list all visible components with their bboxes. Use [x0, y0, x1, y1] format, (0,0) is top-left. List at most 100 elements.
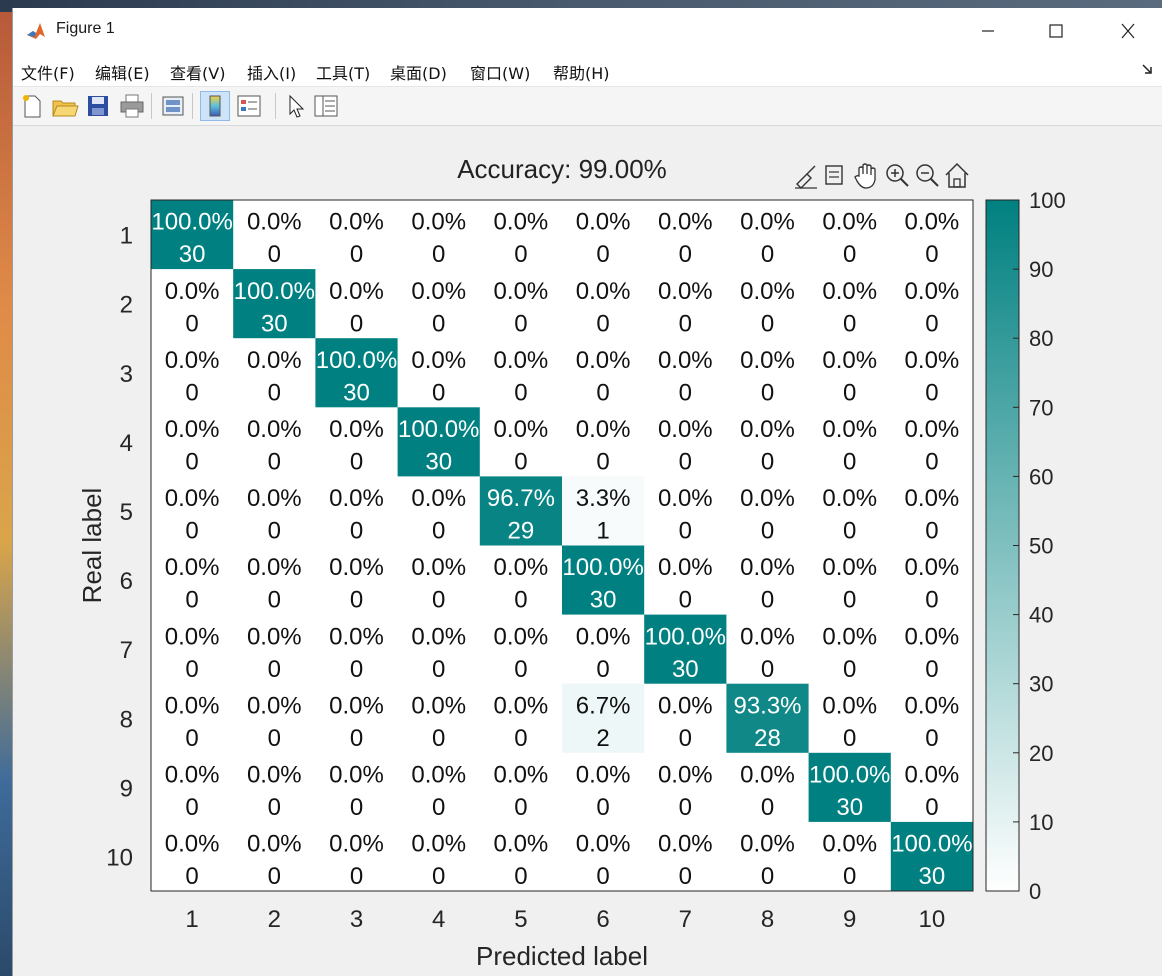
close-icon: [1121, 23, 1135, 39]
cell-percentage-label: 0.0%: [247, 416, 302, 443]
cell-count-label: 28: [754, 725, 781, 752]
open-file-button[interactable]: [49, 91, 79, 121]
cell-count-label: 0: [350, 656, 363, 683]
menu-window[interactable]: 窗口(W): [470, 60, 530, 84]
cell-percentage-label: 0.0%: [822, 416, 877, 443]
edit-plot-button[interactable]: [281, 91, 311, 121]
cell-percentage-label: 0.0%: [329, 278, 384, 305]
cell-percentage-label: 0.0%: [822, 347, 877, 374]
cell-count-label: 0: [925, 241, 938, 268]
cell-count-label: 0: [596, 310, 609, 337]
maximize-button[interactable]: [1033, 16, 1079, 46]
cell-percentage-label: 93.3%: [733, 692, 801, 719]
cell-count-label: 0: [925, 725, 938, 752]
data-tips-icon[interactable]: [825, 165, 843, 185]
menu-insert[interactable]: 插入(I): [247, 60, 296, 84]
cell-count-label: 0: [350, 863, 363, 890]
home-icon[interactable]: [945, 162, 969, 188]
cell-count-label: 0: [761, 310, 774, 337]
link-plot-button[interactable]: [158, 91, 188, 121]
y-tick-label: 3: [120, 361, 133, 388]
brush-icon[interactable]: [795, 165, 817, 189]
cell-percentage-label: 3.3%: [576, 485, 631, 512]
cell-percentage-label: 0.0%: [658, 554, 713, 581]
cell-count-label: 0: [761, 241, 774, 268]
menu-desktop[interactable]: 桌面(D): [390, 60, 447, 84]
zoom-out-icon[interactable]: [916, 164, 939, 187]
cell-percentage-label: 0.0%: [905, 209, 960, 236]
cell-count-label: 0: [843, 518, 856, 545]
menu-tools[interactable]: 工具(T): [316, 60, 370, 84]
window-title: Figure 1: [56, 20, 115, 37]
cell-percentage-label: 0.0%: [165, 485, 220, 512]
cell-count-label: 0: [350, 448, 363, 475]
cell-percentage-label: 0.0%: [658, 692, 713, 719]
close-button[interactable]: [1105, 16, 1151, 46]
cell-count-label: 0: [350, 241, 363, 268]
cell-count-label: 0: [268, 379, 281, 406]
cell-percentage-label: 0.0%: [905, 347, 960, 374]
property-inspector-button[interactable]: [311, 91, 341, 121]
new-figure-button[interactable]: [17, 91, 47, 121]
cell-count-label: 0: [514, 863, 527, 890]
cell-percentage-label: 0.0%: [740, 209, 795, 236]
pan-icon[interactable]: [854, 163, 876, 189]
cell-count-label: 0: [596, 863, 609, 890]
cell-percentage-label: 0.0%: [329, 623, 384, 650]
cell-count-label: 0: [761, 794, 774, 821]
colorbar-button[interactable]: [200, 91, 230, 121]
cell-count-label: 0: [761, 448, 774, 475]
print-icon: [120, 94, 144, 118]
dock-arrow-icon[interactable]: [1140, 62, 1154, 76]
cell-count-label: 0: [185, 656, 198, 683]
chart-title: Accuracy: 99.00%: [457, 154, 667, 184]
x-tick-label: 1: [185, 906, 198, 933]
cell-count-label: 29: [508, 518, 535, 545]
cell-percentage-label: 0.0%: [247, 485, 302, 512]
cell-percentage-label: 0.0%: [247, 209, 302, 236]
cell-count-label: 0: [679, 448, 692, 475]
menu-help[interactable]: 帮助(H): [553, 60, 610, 84]
property-inspector-icon: [314, 95, 338, 117]
cell-count-label: 30: [590, 587, 617, 614]
cell-percentage-label: 100.0%: [316, 347, 397, 374]
cell-percentage-label: 0.0%: [165, 692, 220, 719]
colorbar-tick-label: 70: [1029, 395, 1053, 420]
cell-percentage-label: 0.0%: [329, 692, 384, 719]
cell-count-label: 0: [843, 656, 856, 683]
menu-file[interactable]: 文件(F): [21, 60, 75, 84]
cell-count-label: 0: [268, 587, 281, 614]
cell-count-label: 0: [925, 656, 938, 683]
cell-percentage-label: 0.0%: [247, 347, 302, 374]
cell-percentage-label: 0.0%: [494, 416, 549, 443]
save-button[interactable]: [83, 91, 113, 121]
cell-count-label: 0: [514, 310, 527, 337]
zoom-in-icon[interactable]: [886, 164, 909, 187]
legend-button[interactable]: [234, 91, 264, 121]
cell-percentage-label: 0.0%: [905, 554, 960, 581]
toolbar-separator: [192, 93, 193, 119]
cell-percentage-label: 0.0%: [740, 347, 795, 374]
cell-count-label: 30: [179, 241, 206, 268]
cell-count-label: 0: [185, 794, 198, 821]
menu-edit[interactable]: 编辑(E): [95, 60, 150, 84]
cell-percentage-label: 0.0%: [905, 692, 960, 719]
menu-view[interactable]: 查看(V): [170, 60, 225, 84]
cell-percentage-label: 0.0%: [576, 278, 631, 305]
cell-percentage-label: 0.0%: [576, 762, 631, 789]
print-button[interactable]: [117, 91, 147, 121]
cell-percentage-label: 0.0%: [329, 554, 384, 581]
cell-count-label: 0: [843, 448, 856, 475]
cell-count-label: 0: [514, 725, 527, 752]
figure-window: Figure 1 文件(F) 编辑(E) 查看(V) 插入(I) 工具(T) 桌…: [12, 8, 1162, 976]
edit-plot-icon: [289, 94, 305, 118]
cell-percentage-label: 0.0%: [576, 623, 631, 650]
cell-count-label: 0: [268, 241, 281, 268]
minimize-button[interactable]: [965, 16, 1011, 46]
cell-count-label: 0: [679, 379, 692, 406]
cell-percentage-label: 0.0%: [329, 209, 384, 236]
y-tick-label: 10: [106, 844, 133, 871]
figure-canvas: Accuracy: 99.00% 100.0% 30 0.0% 0 0.0% 0 0.0% 0…: [13, 126, 1162, 976]
cell-count-label: 0: [761, 379, 774, 406]
matlab-icon: [25, 20, 47, 42]
